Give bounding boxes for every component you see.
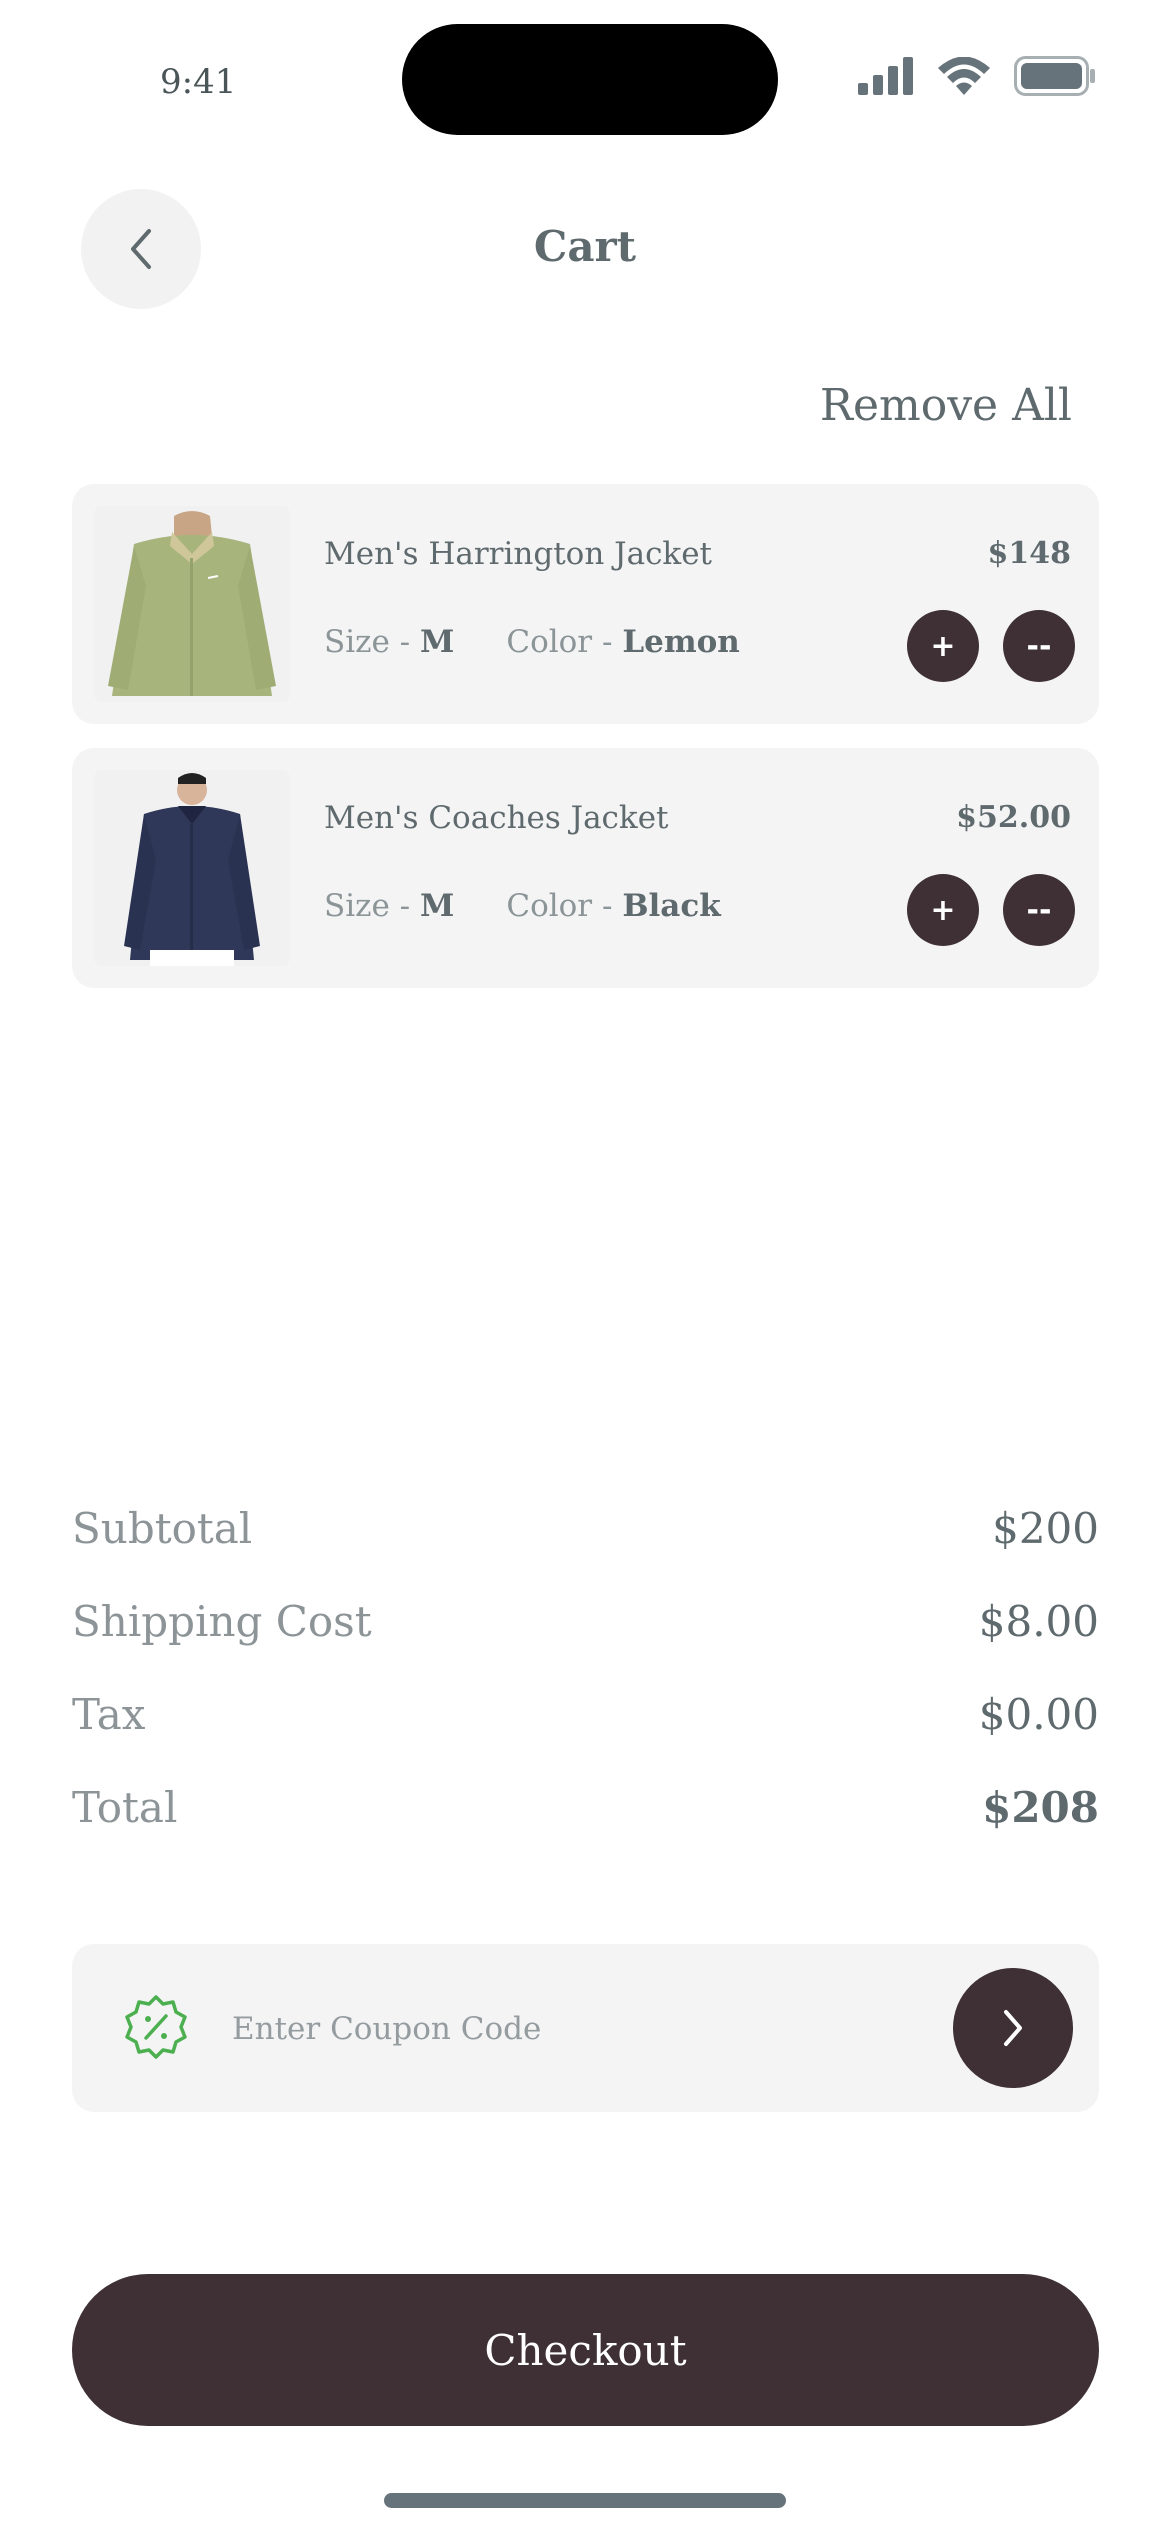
product-image — [94, 506, 290, 702]
color-option: Color - Lemon — [506, 624, 740, 660]
wifi-icon — [938, 57, 990, 95]
summary-value: $208 — [982, 1783, 1099, 1832]
page-title: Cart — [533, 222, 637, 271]
summary-label: Total — [72, 1783, 178, 1832]
status-icons — [858, 56, 1096, 96]
cart-item[interactable]: Men's Harrington Jacket $148 Size - M Co… — [72, 484, 1099, 724]
increase-quantity-button[interactable]: + — [907, 874, 979, 946]
cart-item[interactable]: Men's Coaches Jacket $52.00 Size - M Col… — [72, 748, 1099, 988]
status-time: 9:41 — [160, 62, 237, 102]
dynamic-island — [402, 24, 778, 135]
summary-label: Subtotal — [72, 1504, 253, 1553]
quantity-controls: + -- — [907, 610, 1075, 682]
product-price: $148 — [987, 536, 1072, 571]
product-image — [94, 770, 290, 966]
color-option: Color - Black — [506, 888, 721, 924]
product-price: $52.00 — [956, 800, 1071, 835]
discount-badge-icon — [125, 1995, 187, 2059]
decrease-quantity-button[interactable]: -- — [1003, 610, 1075, 682]
summary-tax: Tax $0.00 — [72, 1690, 1099, 1739]
summary-shipping: Shipping Cost $8.00 — [72, 1597, 1099, 1646]
product-name: Men's Harrington Jacket — [324, 536, 713, 572]
summary-value: $200 — [992, 1504, 1099, 1553]
checkout-button[interactable]: Checkout — [72, 2274, 1099, 2426]
product-options: Size - M Color - Black — [324, 888, 721, 924]
product-name: Men's Coaches Jacket — [324, 800, 669, 836]
increase-quantity-button[interactable]: + — [907, 610, 979, 682]
summary-subtotal: Subtotal $200 — [72, 1504, 1099, 1553]
product-options: Size - M Color - Lemon — [324, 624, 740, 660]
size-option: Size - M — [324, 624, 455, 660]
coupon-code-input[interactable] — [230, 1996, 934, 2062]
size-option: Size - M — [324, 888, 455, 924]
home-indicator — [384, 2493, 786, 2508]
chevron-right-icon — [1004, 2010, 1022, 2046]
summary-label: Shipping Cost — [72, 1597, 372, 1646]
apply-coupon-button[interactable] — [953, 1968, 1073, 2088]
summary-value: $0.00 — [978, 1690, 1099, 1739]
quantity-controls: + -- — [907, 874, 1075, 946]
signal-icon — [858, 57, 913, 95]
coupon-box — [72, 1944, 1099, 2112]
summary-value: $8.00 — [978, 1597, 1099, 1646]
decrease-quantity-button[interactable]: -- — [1003, 874, 1075, 946]
battery-icon — [1014, 56, 1095, 96]
summary-total: Total $208 — [72, 1783, 1099, 1832]
remove-all-button[interactable]: Remove All — [820, 380, 1072, 431]
summary-label: Tax — [72, 1690, 146, 1739]
